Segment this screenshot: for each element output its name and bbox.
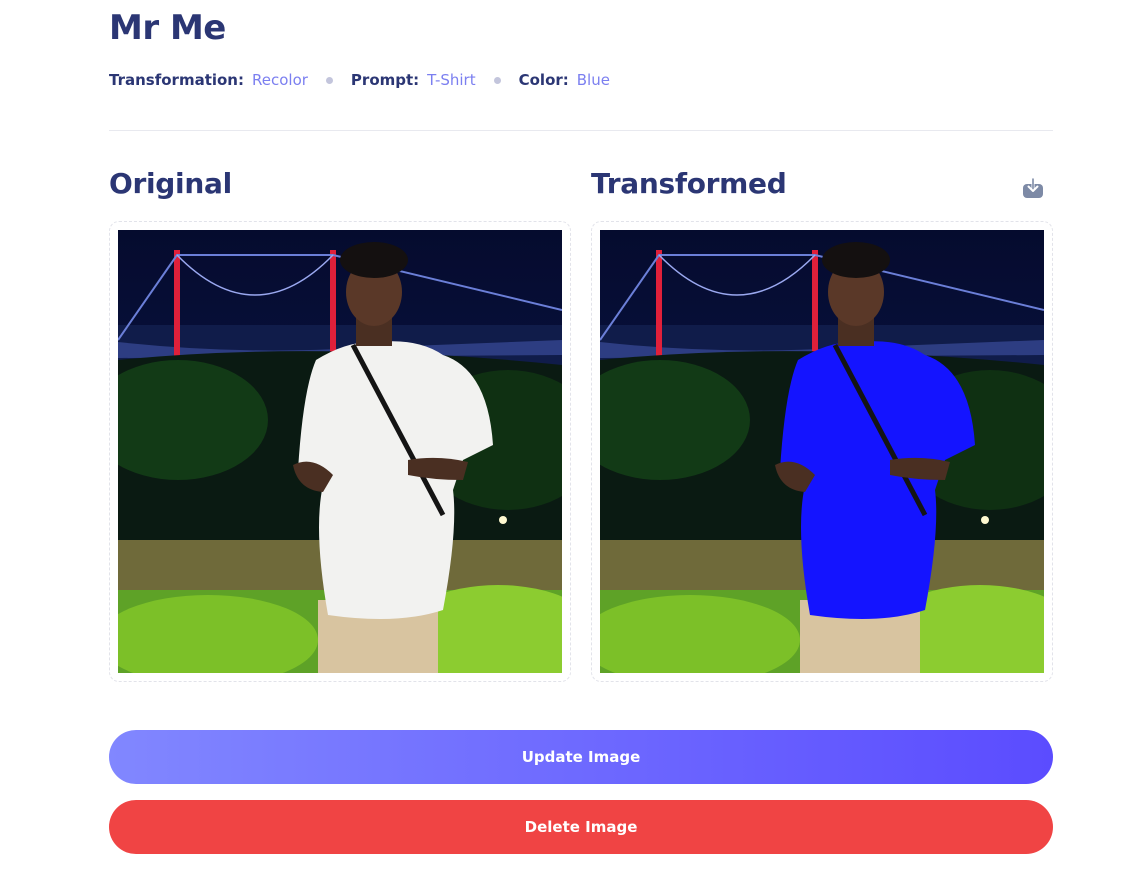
transformed-photo: [600, 230, 1044, 673]
color-value: Blue: [576, 71, 610, 89]
color-label: Color:: [518, 71, 569, 89]
divider: [109, 130, 1053, 131]
separator-dot: [493, 76, 501, 84]
prompt-value: T-Shirt: [427, 71, 476, 89]
original-image-frame: [109, 221, 571, 682]
delete-image-button[interactable]: Delete Image: [109, 800, 1053, 854]
transformation-value: Recolor: [252, 71, 308, 89]
original-image: [118, 230, 562, 673]
transformation-label: Transformation:: [109, 71, 244, 89]
separator-dot: [325, 76, 333, 84]
original-photo: [118, 230, 562, 673]
transformation-details: Transformation: Recolor Prompt: T-Shirt …: [109, 69, 610, 91]
transformed-heading: Transformed: [591, 167, 787, 200]
update-image-button[interactable]: Update Image: [109, 730, 1053, 784]
page-title: Mr Me: [109, 8, 226, 48]
transformed-image: [600, 230, 1044, 673]
download-icon[interactable]: [1022, 177, 1044, 199]
transformed-image-frame: [591, 221, 1053, 682]
prompt-label: Prompt:: [350, 71, 420, 89]
original-heading: Original: [109, 167, 232, 200]
